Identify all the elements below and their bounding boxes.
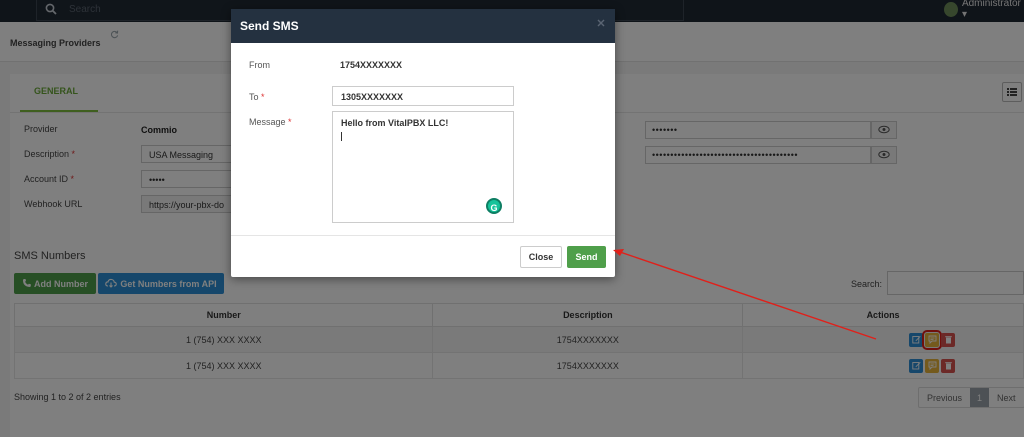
to-input[interactable]: 1305XXXXXXX bbox=[332, 86, 514, 106]
message-label: Message * bbox=[249, 117, 292, 127]
from-value: 1754XXXXXXX bbox=[340, 60, 403, 70]
send-button[interactable]: Send bbox=[567, 246, 606, 268]
close-icon[interactable] bbox=[597, 19, 605, 30]
grammarly-icon[interactable]: G bbox=[486, 198, 502, 214]
message-label-text: Message bbox=[249, 117, 286, 127]
modal-title: Send SMS bbox=[240, 19, 299, 33]
text-caret bbox=[341, 132, 342, 141]
modal-footer-divider bbox=[231, 235, 615, 236]
close-button[interactable]: Close bbox=[520, 246, 562, 268]
message-text: Hello from VitalPBX LLC! bbox=[341, 118, 449, 128]
modal-header: Send SMS bbox=[231, 9, 615, 43]
message-textarea[interactable]: Hello from VitalPBX LLC! G bbox=[332, 111, 514, 223]
from-label: From bbox=[249, 60, 270, 70]
to-label: To * bbox=[249, 92, 265, 102]
to-label-text: To bbox=[249, 92, 259, 102]
send-sms-modal: Send SMS From 1754XXXXXXX To * 1305XXXXX… bbox=[231, 9, 615, 277]
